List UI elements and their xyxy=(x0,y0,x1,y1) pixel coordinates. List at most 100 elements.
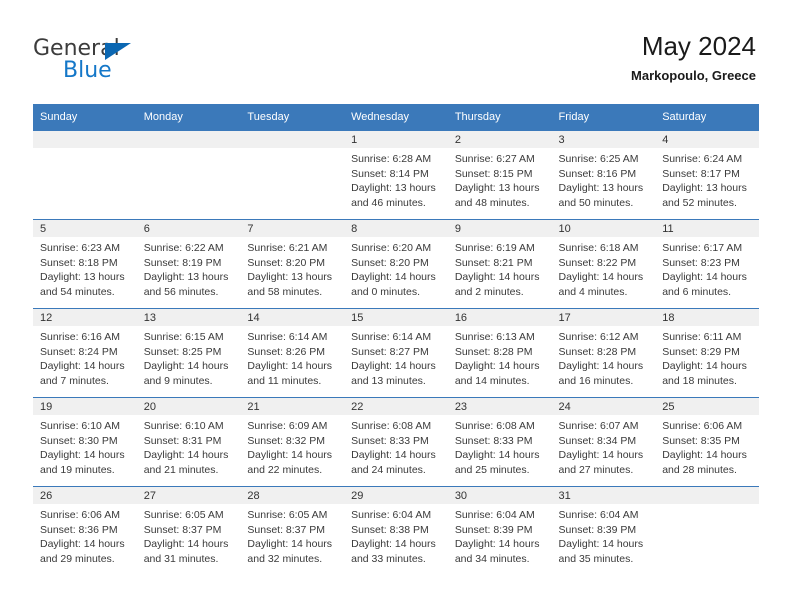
day-number: 20 xyxy=(136,398,241,415)
calendar-day-cell[interactable]: 23 Sunrise: 6:08 AM Sunset: 8:33 PM Dayligh… xyxy=(447,397,552,487)
sunrise-text: Sunrise: 6:06 AM xyxy=(662,420,743,432)
day-number: 28 xyxy=(240,487,345,504)
calendar-day-cell[interactable]: 27 Sunrise: 6:05 AM Sunset: 8:37 PM Dayligh… xyxy=(136,486,241,575)
weekday-header-monday: Monday xyxy=(136,104,241,131)
calendar-day-cell-empty xyxy=(655,486,759,575)
daylight-text: Daylight: 14 hours and 16 minutes. xyxy=(558,360,644,387)
sunset-text: Sunset: 8:30 PM xyxy=(40,434,118,447)
day-details: Sunrise: 6:25 AM Sunset: 8:16 PM Daylight:… xyxy=(552,148,656,210)
daylight-text: Daylight: 14 hours and 33 minutes. xyxy=(351,538,436,565)
daylight-text: Daylight: 14 hours and 25 minutes. xyxy=(454,449,540,476)
calendar-day-cell[interactable]: 17 Sunrise: 6:12 AM Sunset: 8:28 PM Dayligh… xyxy=(551,308,656,398)
sunset-text: Sunset: 8:38 PM xyxy=(351,523,429,536)
calendar-week-row: 12 Sunrise: 6:16 AM Sunset: 8:24 PM Dayligh… xyxy=(33,308,759,398)
calendar-day-cell[interactable]: 2 Sunrise: 6:27 AM Sunset: 8:15 PM Daylight… xyxy=(447,130,552,220)
page-title: May 2024 xyxy=(641,31,756,61)
calendar-day-cell[interactable]: 18 Sunrise: 6:11 AM Sunset: 8:29 PM Dayligh… xyxy=(655,308,759,398)
day-number: 23 xyxy=(447,398,552,415)
calendar-day-cell[interactable]: 8 Sunrise: 6:20 AM Sunset: 8:20 PM Daylight… xyxy=(344,219,448,309)
day-number: 6 xyxy=(136,220,241,237)
sunset-text: Sunset: 8:23 PM xyxy=(662,256,740,269)
calendar-day-cell[interactable]: 20 Sunrise: 6:10 AM Sunset: 8:31 PM Dayligh… xyxy=(136,397,241,487)
calendar-week-row: 5 Sunrise: 6:23 AM Sunset: 8:18 PM Daylight… xyxy=(33,219,759,309)
calendar-day-cell[interactable]: 26 Sunrise: 6:06 AM Sunset: 8:36 PM Dayligh… xyxy=(33,486,137,575)
sunset-text: Sunset: 8:36 PM xyxy=(40,523,118,536)
sunrise-text: Sunrise: 6:10 AM xyxy=(143,420,224,432)
calendar-day-cell[interactable]: 4 Sunrise: 6:24 AM Sunset: 8:17 PM Daylight… xyxy=(655,130,759,220)
calendar-day-cell[interactable]: 28 Sunrise: 6:05 AM Sunset: 8:37 PM Dayligh… xyxy=(240,486,345,575)
sunset-text: Sunset: 8:24 PM xyxy=(40,345,118,358)
sunset-text: Sunset: 8:28 PM xyxy=(558,345,637,358)
day-number: 9 xyxy=(447,220,552,237)
calendar-day-cell[interactable]: 13 Sunrise: 6:15 AM Sunset: 8:25 PM Dayligh… xyxy=(136,308,241,398)
calendar-day-cell[interactable]: 22 Sunrise: 6:08 AM Sunset: 8:33 PM Dayligh… xyxy=(344,397,448,487)
calendar-day-cell[interactable]: 6 Sunrise: 6:22 AM Sunset: 8:19 PM Daylight… xyxy=(136,219,241,309)
day-number xyxy=(33,131,137,148)
sunrise-text: Sunrise: 6:06 AM xyxy=(40,509,120,521)
sunrise-text: Sunrise: 6:27 AM xyxy=(454,153,535,165)
day-number: 12 xyxy=(33,309,137,326)
calendar-day-cell[interactable]: 29 Sunrise: 6:04 AM Sunset: 8:38 PM Dayligh… xyxy=(344,486,448,575)
calendar-day-cell[interactable]: 15 Sunrise: 6:14 AM Sunset: 8:27 PM Dayligh… xyxy=(344,308,448,398)
calendar-day-cell[interactable]: 11 Sunrise: 6:17 AM Sunset: 8:23 PM Dayligh… xyxy=(655,219,759,309)
weekday-header-tuesday: Tuesday xyxy=(240,104,345,131)
calendar-day-cell[interactable]: 25 Sunrise: 6:06 AM Sunset: 8:35 PM Dayligh… xyxy=(655,397,759,487)
weekday-header-thursday: Thursday xyxy=(447,104,552,131)
sunset-text: Sunset: 8:33 PM xyxy=(351,434,429,447)
day-details: Sunrise: 6:07 AM Sunset: 8:34 PM Daylight:… xyxy=(552,415,656,477)
daylight-text: Daylight: 14 hours and 9 minutes. xyxy=(143,360,229,387)
calendar-body: 1 Sunrise: 6:28 AM Sunset: 8:14 PM Daylight… xyxy=(33,130,759,575)
day-number: 25 xyxy=(655,398,759,415)
calendar-day-cell[interactable]: 16 Sunrise: 6:13 AM Sunset: 8:28 PM Dayligh… xyxy=(447,308,552,398)
day-details: Sunrise: 6:24 AM Sunset: 8:17 PM Daylight:… xyxy=(655,148,759,210)
calendar-day-cell[interactable]: 10 Sunrise: 6:18 AM Sunset: 8:22 PM Dayligh… xyxy=(551,219,656,309)
calendar-day-cell[interactable]: 30 Sunrise: 6:04 AM Sunset: 8:39 PM Dayligh… xyxy=(447,486,552,575)
weekday-header-saturday: Saturday xyxy=(655,104,759,131)
calendar-day-cell[interactable]: 21 Sunrise: 6:09 AM Sunset: 8:32 PM Dayligh… xyxy=(240,397,345,487)
sunrise-text: Sunrise: 6:24 AM xyxy=(662,153,743,165)
daylight-text: Daylight: 14 hours and 27 minutes. xyxy=(558,449,644,476)
day-details: Sunrise: 6:22 AM Sunset: 8:19 PM Daylight:… xyxy=(137,237,241,299)
sunrise-text: Sunrise: 6:04 AM xyxy=(558,509,639,521)
calendar-day-cell[interactable]: 24 Sunrise: 6:07 AM Sunset: 8:34 PM Dayligh… xyxy=(551,397,656,487)
calendar-day-cell[interactable]: 9 Sunrise: 6:19 AM Sunset: 8:21 PM Daylight… xyxy=(447,219,552,309)
daylight-text: Daylight: 13 hours and 46 minutes. xyxy=(351,182,436,209)
day-number: 21 xyxy=(240,398,345,415)
calendar-day-cell[interactable]: 14 Sunrise: 6:14 AM Sunset: 8:26 PM Dayligh… xyxy=(240,308,345,398)
sunrise-text: Sunrise: 6:13 AM xyxy=(454,331,535,343)
calendar-day-cell[interactable]: 5 Sunrise: 6:23 AM Sunset: 8:18 PM Daylight… xyxy=(33,219,137,309)
sunrise-text: Sunrise: 6:25 AM xyxy=(558,153,639,165)
calendar-page: General Blue May 2024 Markopoulo, Greece… xyxy=(0,0,792,612)
sunset-text: Sunset: 8:21 PM xyxy=(454,256,533,269)
day-number: 27 xyxy=(136,487,241,504)
calendar-day-cell[interactable]: 3 Sunrise: 6:25 AM Sunset: 8:16 PM Daylight… xyxy=(551,130,656,220)
day-number: 4 xyxy=(655,131,759,148)
day-number: 5 xyxy=(33,220,137,237)
weekday-header-row: Sunday Monday Tuesday Wednesday Thursday… xyxy=(33,104,759,131)
sunset-text: Sunset: 8:18 PM xyxy=(40,256,118,269)
sunrise-text: Sunrise: 6:04 AM xyxy=(454,509,535,521)
calendar-day-cell[interactable]: 19 Sunrise: 6:10 AM Sunset: 8:30 PM Dayligh… xyxy=(33,397,137,487)
calendar-day-cell[interactable]: 12 Sunrise: 6:16 AM Sunset: 8:24 PM Dayligh… xyxy=(33,308,137,398)
sunset-text: Sunset: 8:39 PM xyxy=(454,523,533,536)
day-details: Sunrise: 6:21 AM Sunset: 8:20 PM Daylight:… xyxy=(240,237,344,299)
general-blue-logo[interactable]: General Blue xyxy=(33,36,213,88)
logo-text-blue: Blue xyxy=(63,58,112,83)
sunset-text: Sunset: 8:35 PM xyxy=(662,434,740,447)
sunrise-text: Sunrise: 6:12 AM xyxy=(558,331,639,343)
day-number: 10 xyxy=(551,220,656,237)
calendar-day-cell[interactable]: 7 Sunrise: 6:21 AM Sunset: 8:20 PM Daylight… xyxy=(240,219,345,309)
day-details: Sunrise: 6:10 AM Sunset: 8:31 PM Daylight:… xyxy=(137,415,241,477)
calendar-day-cell[interactable]: 1 Sunrise: 6:28 AM Sunset: 8:14 PM Daylight… xyxy=(344,130,448,220)
sunset-text: Sunset: 8:20 PM xyxy=(351,256,429,269)
day-details: Sunrise: 6:06 AM Sunset: 8:36 PM Daylight:… xyxy=(33,504,137,566)
sunset-text: Sunset: 8:19 PM xyxy=(143,256,222,269)
day-details: Sunrise: 6:11 AM Sunset: 8:29 PM Daylight:… xyxy=(655,326,759,388)
calendar-week-row: 19 Sunrise: 6:10 AM Sunset: 8:30 PM Dayligh… xyxy=(33,397,759,487)
weekday-header-sunday: Sunday xyxy=(33,104,137,131)
calendar-day-cell[interactable]: 31 Sunrise: 6:04 AM Sunset: 8:39 PM Dayligh… xyxy=(551,486,656,575)
sunrise-text: Sunrise: 6:14 AM xyxy=(351,331,432,343)
sunset-text: Sunset: 8:15 PM xyxy=(454,167,533,180)
day-number: 22 xyxy=(344,398,448,415)
day-number: 2 xyxy=(447,131,552,148)
